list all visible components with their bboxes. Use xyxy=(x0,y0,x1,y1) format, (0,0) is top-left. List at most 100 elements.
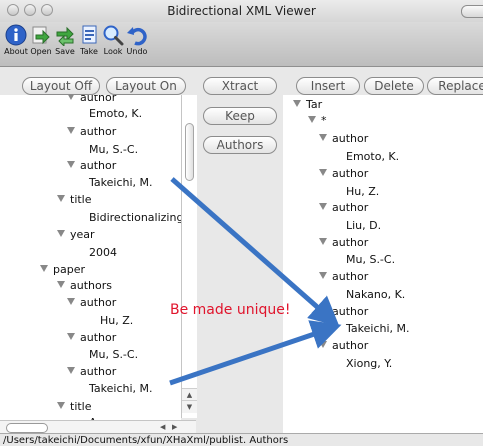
tree-node[interactable]: author xyxy=(319,201,368,214)
tree-leaf[interactable]: Nakano, K. xyxy=(346,288,405,301)
tree-leaf[interactable]: Emoto, K. xyxy=(346,150,399,163)
disclosure-triangle-icon[interactable] xyxy=(57,195,65,202)
tree-node-label: author xyxy=(80,95,117,104)
annotation-label: Be made unique! xyxy=(170,302,291,318)
tree-leaf[interactable]: 2004 xyxy=(89,246,117,259)
xtract-button[interactable]: Xtract xyxy=(203,77,277,95)
tree-node[interactable]: author xyxy=(67,125,116,138)
tree-node[interactable]: author xyxy=(319,132,368,145)
tree-leaf[interactable]: Mu, S.-C. xyxy=(346,253,395,266)
layout-off-button[interactable]: Layout Off xyxy=(22,77,100,95)
disclosure-triangle-icon[interactable] xyxy=(293,100,301,107)
tree-node-label: title xyxy=(70,400,92,413)
tree-leaf[interactable]: Takeichi, M. xyxy=(89,382,153,395)
status-bar: /Users/takeichi/Documents/xfun/XHaXml/pu… xyxy=(0,433,483,446)
tree-node[interactable]: title xyxy=(57,400,92,413)
tree-leaf[interactable]: Takeichi, M. xyxy=(346,322,410,335)
tree-node-label: author xyxy=(80,296,117,309)
tree-leaf[interactable]: Bidirectionalizing xyxy=(89,211,181,224)
tree-leaf[interactable]: Mu, S.-C. xyxy=(89,143,138,156)
tree-leaf[interactable]: Emoto, K. xyxy=(89,107,142,120)
source-tree-pane[interactable]: author Emoto, K. author Mu, S.-C. author… xyxy=(0,95,181,420)
tree-node-label: author xyxy=(332,339,369,352)
delete-button[interactable]: Delete xyxy=(364,77,424,95)
tree-node[interactable]: paper xyxy=(40,263,85,276)
tree-node-label: author xyxy=(332,236,369,249)
tree-node[interactable]: Tar xyxy=(293,98,322,111)
tree-node-label: authors xyxy=(70,279,112,292)
undo-button[interactable]: Undo xyxy=(125,24,149,56)
disclosure-triangle-icon[interactable] xyxy=(57,402,65,409)
tree-node-label: year xyxy=(70,228,95,241)
tree-leaf[interactable]: Takeichi, M. xyxy=(89,176,153,189)
disclosure-triangle-icon[interactable] xyxy=(308,116,316,123)
info-icon xyxy=(5,24,27,46)
disclosure-triangle-icon[interactable] xyxy=(67,95,75,100)
disclosure-triangle-icon[interactable] xyxy=(319,272,327,279)
tree-node-label: author xyxy=(80,365,117,378)
undo-icon xyxy=(126,24,148,46)
tree-node[interactable]: author xyxy=(67,331,116,344)
tree-leaf[interactable]: Hu, Z. xyxy=(346,185,379,198)
tree-node-label: author xyxy=(332,167,369,180)
disclosure-triangle-icon[interactable] xyxy=(67,333,75,340)
tree-node[interactable]: author xyxy=(319,339,368,352)
tree-node[interactable]: * xyxy=(308,114,327,127)
take-document-icon xyxy=(78,24,100,46)
tree-node[interactable]: authors xyxy=(57,279,112,292)
tree-node-label: author xyxy=(80,125,117,138)
tree-leaf[interactable]: Xiong, Y. xyxy=(346,357,392,370)
undo-label: Undo xyxy=(126,47,148,56)
layout-on-button[interactable]: Layout On xyxy=(106,77,186,95)
window-title: Bidirectional XML Viewer xyxy=(167,4,316,18)
disclosure-triangle-icon[interactable] xyxy=(319,203,327,210)
tree-node-label: author xyxy=(332,132,369,145)
scroll-down-arrow-icon[interactable]: ▼ xyxy=(182,400,197,413)
save-arrows-icon xyxy=(54,24,76,48)
scroll-thumb[interactable] xyxy=(6,423,48,433)
source-horizontal-scrollbar[interactable]: ◀ ▶ xyxy=(0,420,196,434)
tree-node-label: paper xyxy=(53,263,85,276)
tree-node[interactable]: year xyxy=(57,228,95,241)
disclosure-triangle-icon[interactable] xyxy=(57,281,65,288)
tree-node[interactable]: author xyxy=(67,365,116,378)
disclosure-triangle-icon[interactable] xyxy=(57,230,65,237)
tree-leaf[interactable]: Mu, S.-C. xyxy=(89,348,138,361)
tree-node[interactable]: title xyxy=(57,193,92,206)
disclosure-triangle-icon[interactable] xyxy=(319,238,327,245)
insert-button[interactable]: Insert xyxy=(296,77,360,95)
disclosure-triangle-icon[interactable] xyxy=(319,307,327,314)
app-window: Bidirectional XML Viewer About Open Save xyxy=(0,0,483,446)
tree-node[interactable]: author xyxy=(67,159,116,172)
tree-node[interactable]: author xyxy=(67,296,116,309)
keep-button[interactable]: Keep xyxy=(203,107,277,125)
tree-leaf[interactable]: Hu, Z. xyxy=(100,314,133,327)
disclosure-triangle-icon[interactable] xyxy=(67,161,75,168)
disclosure-triangle-icon[interactable] xyxy=(67,298,75,305)
disclosure-triangle-icon[interactable] xyxy=(40,265,48,272)
tree-node-label: author xyxy=(80,331,117,344)
scroll-thumb[interactable] xyxy=(185,123,194,181)
magnifier-icon xyxy=(102,24,124,46)
disclosure-triangle-icon[interactable] xyxy=(319,341,327,348)
tree-node-label: Tar xyxy=(306,98,323,111)
tree-node[interactable]: author xyxy=(67,95,116,104)
tree-node[interactable]: author xyxy=(319,305,368,318)
replace-button[interactable]: Replace xyxy=(427,77,483,95)
tree-node[interactable]: author xyxy=(319,270,368,283)
tree-node-label: * xyxy=(321,114,327,127)
toolbar: About Open Save Take Look Undo xyxy=(0,22,483,67)
source-vertical-scrollbar[interactable]: ▲ ▼ xyxy=(181,95,197,418)
disclosure-triangle-icon[interactable] xyxy=(67,367,75,374)
tree-leaf[interactable]: Liu, D. xyxy=(346,219,381,232)
tree-node[interactable]: author xyxy=(319,167,368,180)
toolbar-toggle-button[interactable] xyxy=(461,5,483,18)
authors-button[interactable]: Authors xyxy=(203,136,277,154)
disclosure-triangle-icon[interactable] xyxy=(319,169,327,176)
tree-node-label: author xyxy=(332,201,369,214)
view-tree-pane[interactable]: Tar * author Emoto, K. author Hu, Z. aut… xyxy=(283,95,483,433)
disclosure-triangle-icon[interactable] xyxy=(319,134,327,141)
disclosure-triangle-icon[interactable] xyxy=(67,127,75,134)
tree-node[interactable]: author xyxy=(319,236,368,249)
tree-node-label: title xyxy=(70,193,92,206)
